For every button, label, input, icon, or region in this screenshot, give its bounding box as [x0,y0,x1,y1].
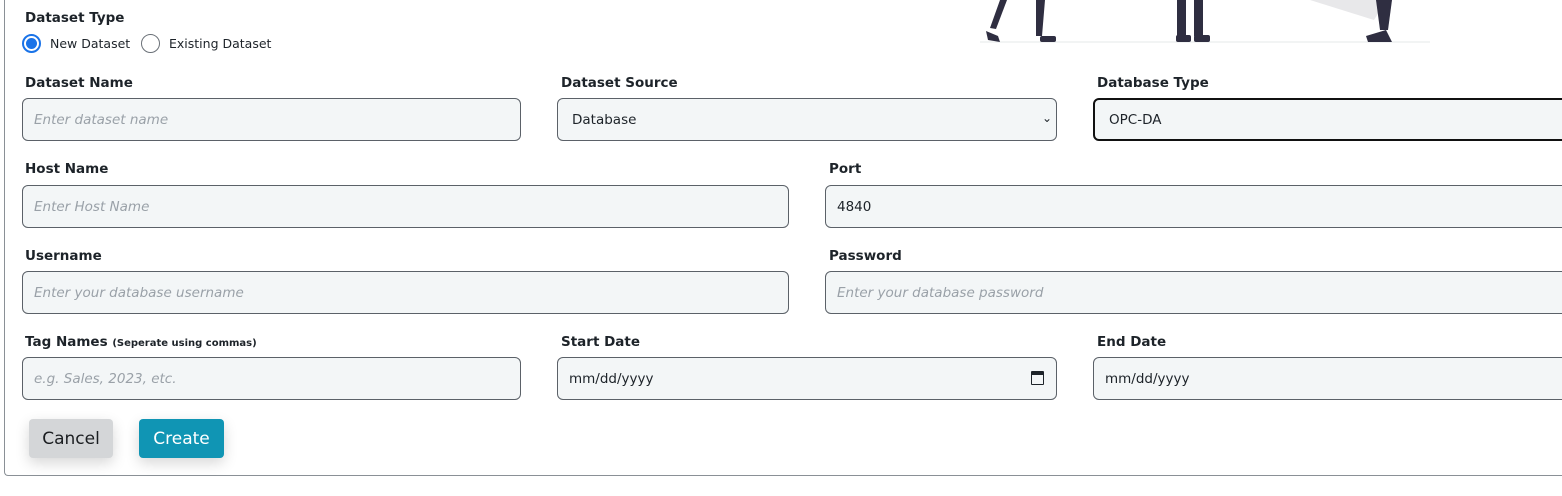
people-illustration [980,0,1430,43]
radio-button-unchecked[interactable] [141,34,160,53]
end-date-value: mm/dd/yyyy [1105,370,1190,387]
radio-button-checked[interactable] [22,34,41,53]
end-date-input[interactable]: mm/dd/yyyy [1093,357,1562,400]
dataset-source-select[interactable]: Database ⌄ [557,98,1057,141]
port-label: Port [829,161,862,177]
dataset-name-label: Dataset Name [25,75,133,91]
tag-names-label-text: Tag Names [25,334,108,350]
username-input[interactable]: Enter your database username [22,271,789,314]
host-name-input[interactable]: Enter Host Name [22,185,789,228]
calendar-icon[interactable] [1031,371,1044,385]
start-date-input[interactable]: mm/dd/yyyy [557,357,1057,400]
form-panel [4,0,1562,476]
radio-existing-dataset[interactable]: Existing Dataset [141,34,271,53]
database-type-select[interactable]: OPC-DA [1093,98,1562,141]
start-date-value: mm/dd/yyyy [569,370,654,387]
cancel-button[interactable]: Cancel [29,419,113,458]
tag-names-label: Tag Names (Seperate using commas) [25,334,257,350]
create-button[interactable]: Create [139,419,224,458]
dataset-type-label: Dataset Type [25,10,125,26]
end-date-label: End Date [1097,334,1167,350]
radio-existing-dataset-label: Existing Dataset [169,36,272,51]
password-input[interactable]: Enter your database password [825,271,1562,314]
database-type-value: OPC-DA [1109,111,1162,128]
dataset-source-label: Dataset Source [561,75,678,91]
start-date-label: Start Date [561,334,641,350]
password-label: Password [829,248,902,264]
tag-names-input[interactable]: e.g. Sales, 2023, etc. [22,357,521,400]
radio-new-dataset-label: New Dataset [50,36,131,51]
username-label: Username [25,248,102,264]
dataset-source-value: Database [572,111,637,128]
radio-new-dataset[interactable]: New Dataset [22,34,130,53]
database-type-label: Database Type [1097,75,1209,91]
dataset-name-input[interactable]: Enter dataset name [22,98,521,141]
port-input[interactable]: 4840 [825,185,1562,228]
host-name-label: Host Name [25,161,109,177]
tag-names-hint: (Seperate using commas) [112,338,257,349]
select-caret-icon: ⌄ [1041,111,1052,125]
